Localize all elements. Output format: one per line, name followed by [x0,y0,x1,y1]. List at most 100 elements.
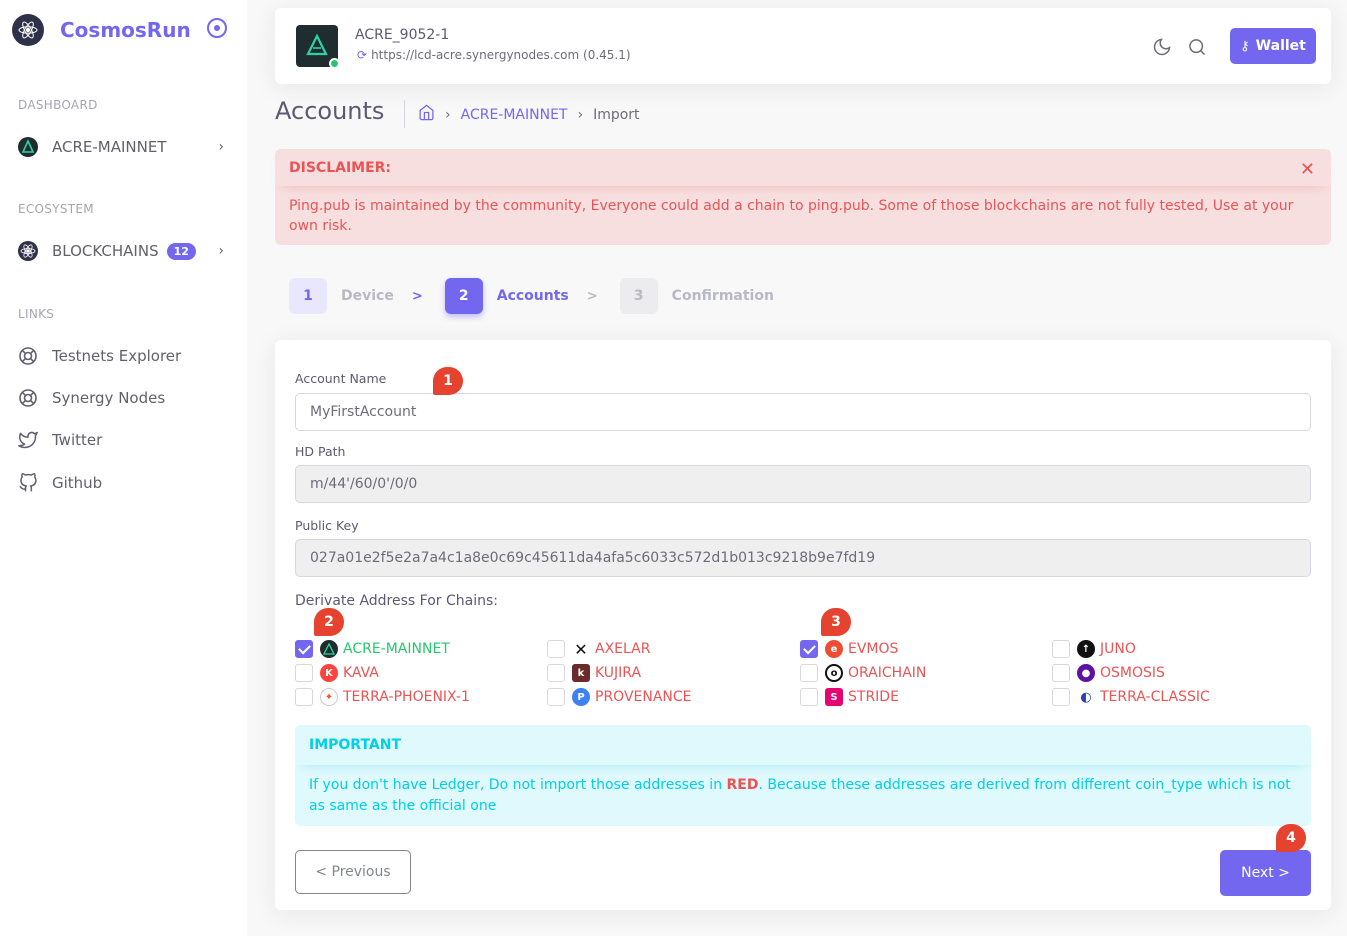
chain-name: KUJIRA [595,665,642,681]
github-icon [18,473,38,493]
section-ecosystem: ECOSYSTEM [18,202,94,216]
sync-icon: ⟳ [357,48,368,62]
step-2-number[interactable]: 2 [444,278,483,314]
close-icon[interactable]: ✕ [1300,159,1315,180]
terra-classic-chain-icon: ◐ [1077,688,1095,706]
chain-option-acre-mainnet[interactable]: ACRE-MAINNET [295,640,450,658]
sidebar-link-label: Github [52,474,103,492]
chain-checkbox[interactable] [1052,640,1070,658]
chain-name: PROVENANCE [595,689,692,705]
chain-name: TERRA-PHOENIX-1 [343,689,470,705]
step-chevron-icon: > [586,288,598,304]
chain-name: TERRA-CLASSIC [1100,689,1210,705]
chain-name: KAVA [343,665,379,681]
sidebar: CosmosRun DASHBOARD ACRE-MAINNET › ECOSY… [0,0,247,936]
chain-checkbox[interactable] [547,664,565,682]
acre-chain-icon [18,137,38,157]
disclaimer-alert: DISCLAIMER: ✕ Ping.pub is maintained by … [275,149,1331,245]
chain-option-juno[interactable]: ↑ JUNO [1052,640,1136,658]
next-button[interactable]: Next > [1220,850,1311,896]
previous-button[interactable]: < Previous [295,850,411,894]
chain-endpoint[interactable]: ⟳ https://lcd-acre.synergynodes.com (0.4… [357,48,631,62]
chain-checkbox[interactable] [800,640,818,658]
step-chevron-icon: > [411,288,423,304]
chain-option-stride[interactable]: S STRIDE [800,688,899,706]
chain-name: EVMOS [848,641,899,657]
chain-checkbox[interactable] [295,664,313,682]
wallet-button[interactable]: ⚷ Wallet [1230,28,1316,64]
home-icon[interactable] [418,104,435,125]
chain-option-axelar[interactable]: ✕ AXELAR [547,640,651,659]
breadcrumb-divider [404,100,405,128]
sidebar-link-label: Synergy Nodes [52,389,166,407]
step-2-label[interactable]: Accounts [497,288,569,304]
key-icon: ⚷ [1240,38,1250,54]
important-alert: IMPORTANT If you don't have Ledger, Do n… [295,725,1311,826]
brand-name: CosmosRun [60,18,191,42]
evmos-chain-icon: e [825,640,843,658]
chevron-right-icon: › [218,139,224,155]
acre-chain-logo [296,25,340,69]
acre-chain-icon [320,640,338,658]
chain-checkbox[interactable] [800,688,818,706]
chain-checkbox[interactable] [295,640,313,658]
online-status-dot [329,58,340,69]
chain-option-evmos[interactable]: e EVMOS [800,640,898,658]
step-1-number[interactable]: 1 [289,278,327,314]
chain-checkbox[interactable] [1052,664,1070,682]
chain-name: ACRE-MAINNET [343,641,450,657]
sidebar-link-testnets-explorer[interactable]: Testnets Explorer [18,346,228,366]
top-navbar: ACRE_9052-1 ⟳ https://lcd-acre.synergyno… [275,8,1331,84]
chain-checkbox[interactable] [547,688,565,706]
chevron-right-icon: › [577,106,584,123]
step-1-label[interactable]: Device [341,288,394,304]
chevron-right-icon: › [218,243,224,259]
twitter-icon [18,430,38,450]
wizard-steps: 1 Device > 2 Accounts > 3 Confirmation [289,278,774,314]
moon-icon[interactable] [1152,37,1172,57]
chain-option-osmosis[interactable]: ● OSMOSIS [1052,664,1165,682]
axelar-chain-icon: ✕ [572,640,590,659]
chain-name: STRIDE [848,689,899,705]
brand[interactable]: CosmosRun [12,14,191,46]
wallet-label: Wallet [1255,38,1306,54]
chain-option-kava[interactable]: K KAVA [295,664,379,682]
chain-option-oraichain[interactable]: o ORAICHAIN [800,664,926,682]
chain-name: ORAICHAIN [848,665,927,681]
sidebar-collapse-toggle-icon[interactable] [207,18,227,38]
step-3-number[interactable]: 3 [619,278,658,314]
chain-checkbox[interactable] [547,640,565,658]
chain-checkbox[interactable] [800,664,818,682]
sidebar-link-twitter[interactable]: Twitter [18,430,228,450]
step-3-label[interactable]: Confirmation [672,288,774,304]
hd-path-input[interactable] [295,465,1311,503]
search-icon[interactable] [1187,37,1207,57]
stride-chain-icon: S [825,688,843,706]
disclaimer-body: Ping.pub is maintained by the community,… [289,198,1294,234]
juno-chain-icon: ↑ [1077,640,1095,658]
hd-path-label: HD Path [295,444,346,459]
chain-option-provenance[interactable]: P PROVENANCE [547,688,692,706]
account-name-input[interactable] [295,393,1311,431]
sidebar-link-github[interactable]: Github [18,473,228,493]
chain-option-kujira[interactable]: k KUJIRA [547,664,641,682]
sidebar-link-synergy-nodes[interactable]: Synergy Nodes [18,388,228,408]
kujira-chain-icon: k [572,664,590,682]
chain-checkbox[interactable] [1052,688,1070,706]
chain-title: ACRE_9052-1 [355,27,450,43]
chain-option-terra-classic[interactable]: ◐ TERRA-CLASSIC [1052,688,1210,706]
terra-phoenix-chain-icon: ✦ [320,688,338,706]
sidebar-item-acre-mainnet[interactable]: ACRE-MAINNET › [18,137,228,157]
public-key-input[interactable] [295,539,1311,577]
chains-label: Derivate Address For Chains: [295,593,498,609]
breadcrumb-chain-link[interactable]: ACRE-MAINNET [461,107,568,123]
annotation-marker: 2 [314,608,344,636]
chain-name: AXELAR [595,641,651,657]
chain-option-terra-phoenix-1[interactable]: ✦ TERRA-PHOENIX-1 [295,688,470,706]
sidebar-item-blockchains[interactable]: BLOCKCHAINS 12 › [18,241,228,261]
breadcrumb: › ACRE-MAINNET › Import [418,104,640,125]
public-key-label: Public Key [295,518,359,533]
chain-checkbox[interactable] [295,688,313,706]
chain-url: https://lcd-acre.synergynodes.com (0.45.… [371,48,631,62]
important-red-word: RED [726,777,759,793]
